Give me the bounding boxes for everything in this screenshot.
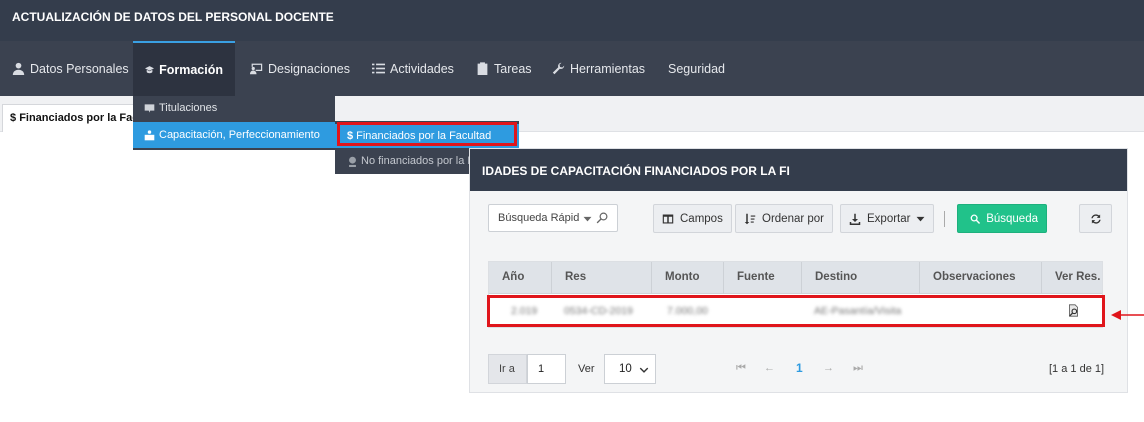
nav-label: Designaciones [268,61,350,76]
panel-title: IDADES DE CAPACITACIÓN FINANCIADOS POR L… [470,149,1127,191]
badge-icon [349,156,356,167]
nav-formacion[interactable]: Formación [133,41,235,96]
nav-label: Seguridad [668,61,725,76]
col-observaciones[interactable]: Observaciones [920,262,1042,294]
training-icon [144,129,155,140]
menu-item-label: Capacitación, Perfeccionamiento [159,129,320,141]
nav-label: Herramientas [570,61,646,76]
campos-label: Campos [680,212,723,225]
sort-icon [744,213,756,224]
col-destino[interactable]: Destino [802,262,920,294]
submenu-item-label: Financiados por la Facultad [356,130,492,142]
ordenar-label: Ordenar por [762,212,825,225]
page-size-label: Ver [578,363,595,375]
dollar-icon: $ [10,112,17,124]
col-anio[interactable]: Año [489,262,552,294]
menu-item-label: Titulaciones [159,102,218,114]
main-nav: Datos Personales Formación Designaciones… [0,41,1144,96]
col-res[interactable]: Res [552,262,652,294]
caret-down-icon [917,216,925,222]
refresh-button[interactable] [1079,204,1112,233]
current-page[interactable]: 1 [796,361,803,375]
caret-down-icon [583,216,592,221]
cell-res: 0534-CD-2019 [564,305,633,317]
clipboard-icon [477,62,488,75]
search-icon [596,212,608,224]
quick-search-placeholder: Búsqueda Rápid [498,212,580,224]
user-icon [12,62,25,75]
nav-seguridad[interactable]: Seguridad [656,41,737,96]
graduation-cap-icon [145,66,155,74]
view-document-icon[interactable] [1067,304,1080,320]
list-icon [372,63,385,74]
tab-label: Financiados por la Facultad [19,112,135,124]
prev-page-icon[interactable]: ← [764,362,775,374]
app-header: ACTUALIZACIÓN DE DATOS DEL PERSONAL DOCE… [0,0,1144,41]
cell-destino: AE-Pasantía/Visita [814,305,902,317]
table-header: Año Res Monto Fuente Destino Observacion… [489,262,1102,294]
menu-item-titulaciones[interactable]: Titulaciones [133,96,335,120]
next-page-icon[interactable]: → [823,362,834,374]
wrench-icon [552,62,565,75]
download-icon [849,213,861,225]
capacitacion-table: Año Res Monto Fuente Destino Observacion… [488,261,1103,328]
campos-button[interactable]: Campos [653,204,732,233]
cell-monto: 7.000,00 [667,305,708,317]
app-title: ACTUALIZACIÓN DE DATOS DEL PERSONAL DOCE… [12,10,334,24]
busqueda-button[interactable]: Búsqueda [957,204,1047,233]
ordenar-button[interactable]: Ordenar por [735,204,834,233]
menu-item-capacitacion[interactable]: Capacitación, Perfeccionamiento [133,122,335,148]
columns-icon [662,214,674,223]
col-monto[interactable]: Monto [652,262,724,294]
cell-anio: 2.019 [511,305,538,317]
chevron-down-icon [639,367,649,373]
busqueda-label: Búsqueda [986,212,1038,225]
chalkboard-icon [250,63,263,75]
tab-financiados[interactable]: $ Financiados por la Facultad [2,104,136,132]
pointer-arrow-icon [1111,310,1144,320]
page-size-select[interactable]: 10 [604,354,656,384]
nav-label: Formación [159,62,223,77]
nav-label: Tareas [494,61,532,76]
goto-page-label: Ir a [488,354,527,384]
last-page-icon[interactable]: ⏭ [853,362,863,375]
nav-herramientas[interactable]: Herramientas [540,41,657,96]
certificate-icon [144,103,155,113]
nav-tareas[interactable]: Tareas [464,41,544,96]
submenu-item-financiados[interactable]: $ Financiados por la Facultad [335,124,519,148]
search-icon [970,214,981,224]
nav-label: Actividades [390,61,454,76]
col-ver-res[interactable]: Ver Res. [1042,262,1102,294]
toolbar-divider [944,211,945,227]
refresh-icon [1090,213,1101,224]
capacitacion-panel: IDADES DE CAPACITACIÓN FINANCIADOS POR L… [469,148,1128,393]
exportar-label: Exportar [867,212,911,225]
page-size-value: 10 [619,363,632,375]
exportar-button[interactable]: Exportar [840,204,935,233]
formacion-dropdown: Titulaciones Capacitación, Perfeccionami… [133,96,335,150]
nav-datos-personales[interactable]: Datos Personales [0,41,141,96]
nav-actividades[interactable]: Actividades [360,41,466,96]
nav-designaciones[interactable]: Designaciones [238,41,362,96]
col-fuente[interactable]: Fuente [724,262,802,294]
goto-page-input[interactable]: 1 [527,354,566,384]
first-page-icon[interactable]: ⏮ [736,362,746,375]
nav-label: Datos Personales [30,61,129,76]
quick-search-input[interactable]: Búsqueda Rápid [488,204,618,232]
dollar-icon: $ [347,130,354,142]
pagination-info: [1 a 1 de 1] [1049,363,1105,375]
